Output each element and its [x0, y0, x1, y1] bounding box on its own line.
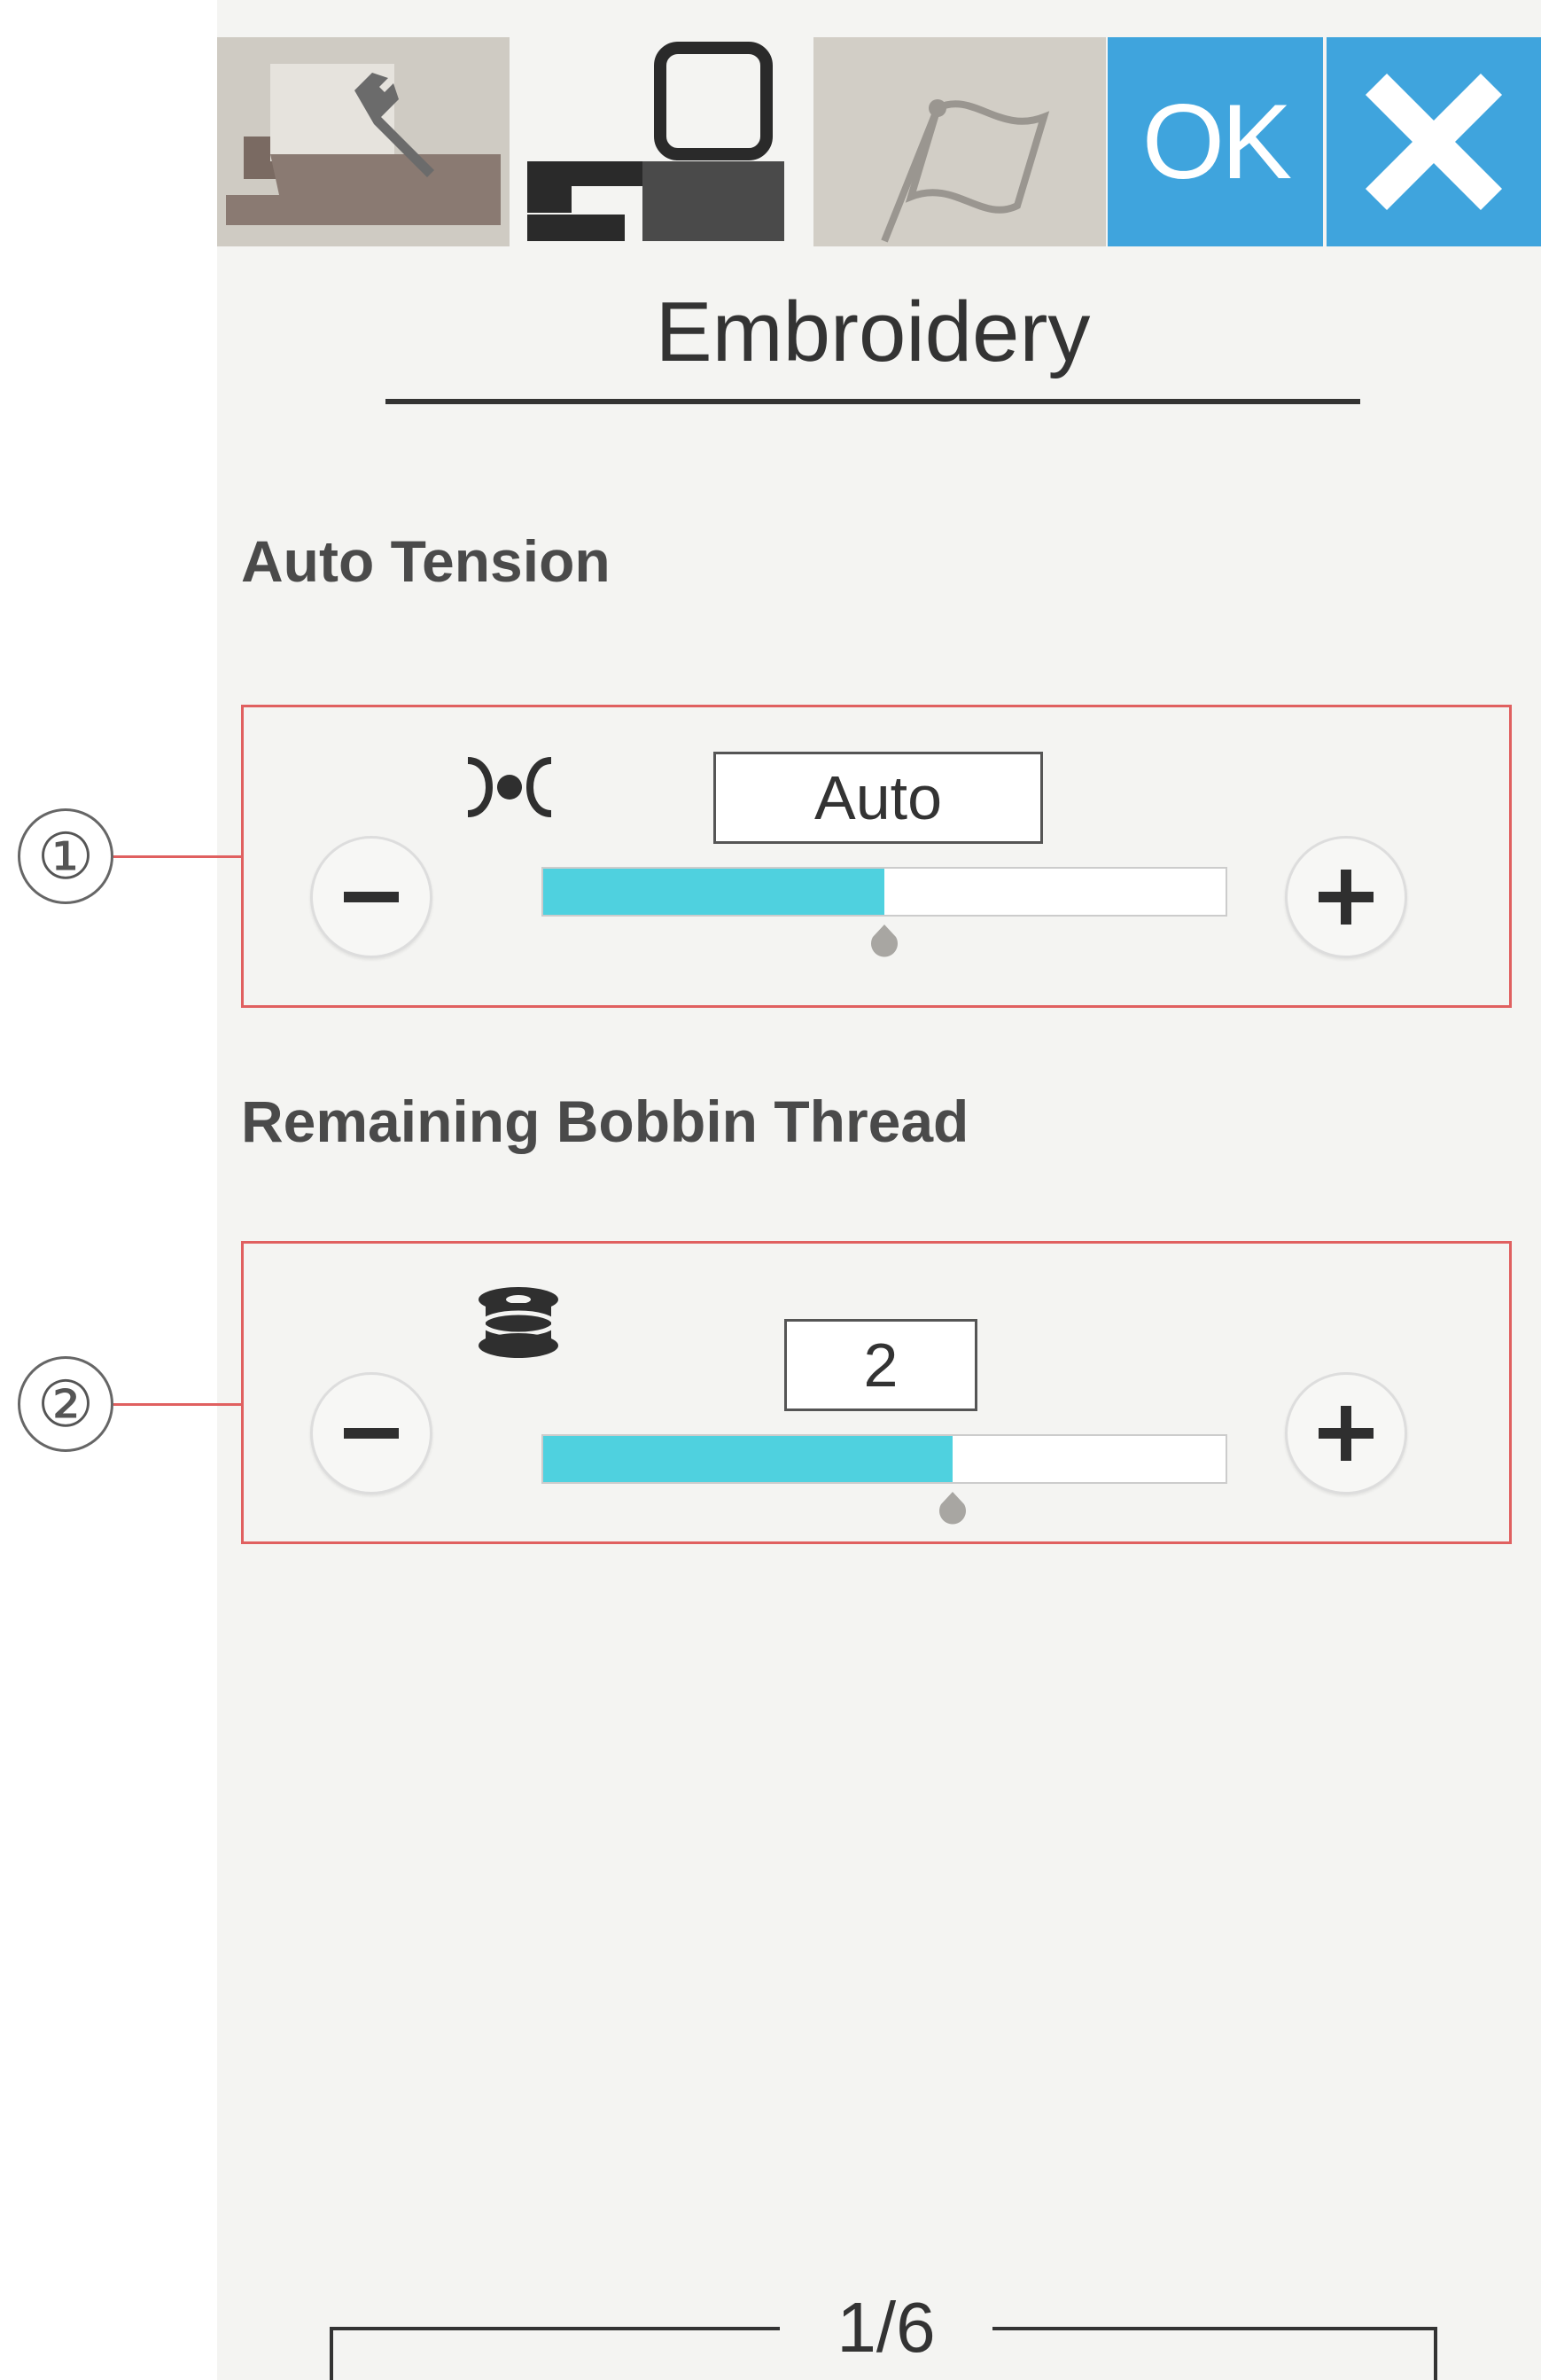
tab-embroidery-settings[interactable] [510, 37, 806, 246]
page-title: Embroidery [655, 285, 1091, 379]
ok-button[interactable]: OK [1108, 37, 1323, 246]
auto-tension-value: Auto [713, 752, 1043, 844]
auto-tension-fill [543, 869, 884, 915]
tab-sewing-settings[interactable] [217, 37, 510, 246]
callout-2-line [113, 1403, 241, 1406]
plus-icon [1319, 870, 1374, 925]
bobbin-thread-slider-handle[interactable] [938, 1492, 968, 1527]
minus-icon [344, 892, 399, 902]
machine-wrench-icon [226, 64, 501, 225]
minus-icon [344, 1428, 399, 1439]
bobbin-thread-panel: 2 [241, 1241, 1512, 1544]
auto-tension-plus-button[interactable] [1285, 836, 1407, 958]
bobbin-thread-value: 2 [784, 1319, 977, 1411]
bobbin-icon [479, 1287, 558, 1358]
close-icon [1365, 73, 1503, 211]
close-button[interactable] [1327, 37, 1541, 246]
flag-icon [881, 99, 1050, 243]
thread-tension-icon [467, 757, 552, 817]
callout-2: ② [18, 1356, 113, 1452]
bobbin-thread-slider[interactable] [541, 1434, 1227, 1484]
bobbin-thread-label: Remaining Bobbin Thread [241, 1089, 969, 1154]
auto-tension-minus-button[interactable] [310, 836, 432, 958]
auto-tension-panel: Auto [241, 705, 1512, 1008]
bobbin-thread-fill [543, 1436, 953, 1482]
auto-tension-slider-handle[interactable] [869, 925, 899, 960]
callout-1: ① [18, 808, 113, 904]
callout-1-line [113, 855, 241, 858]
tab-language-settings[interactable] [813, 37, 1106, 246]
bobbin-thread-minus-button[interactable] [310, 1372, 432, 1494]
title-underline [385, 399, 1360, 404]
bobbin-thread-plus-button[interactable] [1285, 1372, 1407, 1494]
embroidery-machine-icon [527, 42, 784, 241]
auto-tension-label: Auto Tension [241, 528, 611, 594]
plus-icon [1319, 1406, 1374, 1461]
page-indicator: 1/6 [780, 2287, 992, 2376]
auto-tension-slider[interactable] [541, 867, 1227, 917]
